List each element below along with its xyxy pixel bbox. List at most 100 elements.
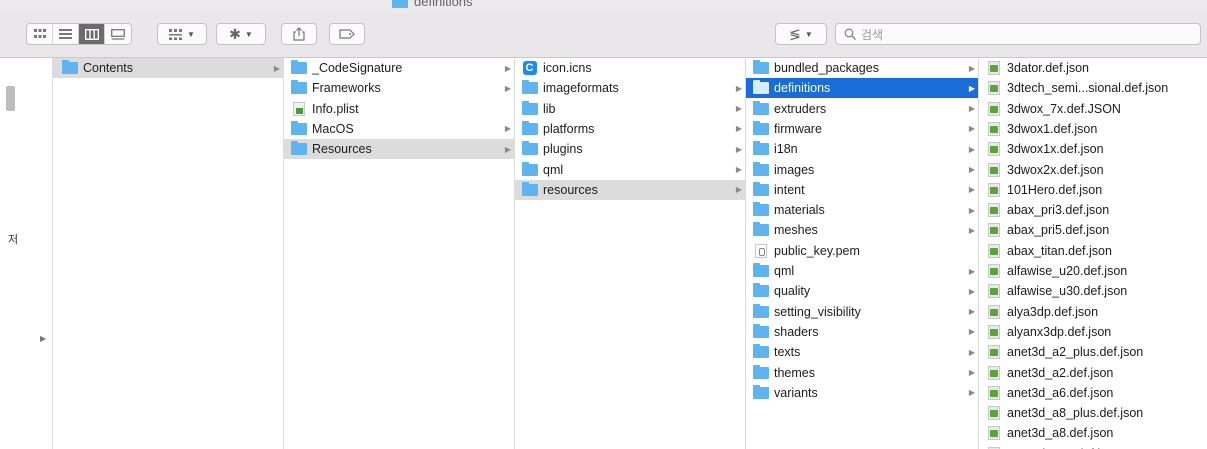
share-button[interactable]	[281, 23, 317, 45]
folder-icon-shape	[521, 161, 538, 176]
icon-view-button[interactable]	[27, 24, 53, 44]
column-browser: 저 ▶ Contents ▶ _CodeSignature ▶ Frameworks ▶…	[0, 58, 1207, 449]
disclosure-arrow-icon: ▶	[735, 104, 743, 114]
folder-icon	[752, 323, 769, 339]
file-row[interactable]: 3dator.def.json	[979, 58, 1207, 78]
file-row[interactable]: 3dtech_semi...sional.def.json	[979, 78, 1207, 98]
folder-row[interactable]: resources ▶	[515, 179, 745, 200]
json-file-icon-shape	[987, 142, 1000, 157]
folder-row[interactable]: variants ▶	[746, 383, 978, 403]
json-file-icon-shape	[987, 61, 1000, 75]
sidebar-column: 저 ▶	[0, 58, 53, 449]
file-row[interactable]: 3dwox2x.def.json	[979, 160, 1207, 180]
folder-row[interactable]: MacOS ▶	[284, 119, 514, 139]
item-label: anet3d_a8_plus.def.json	[1007, 406, 1144, 421]
file-row[interactable]: alfawise_u20.def.json	[979, 261, 1207, 281]
file-row[interactable]: anet3d_a2_plus.def.json	[979, 342, 1207, 362]
folder-row[interactable]: platforms ▶	[515, 119, 745, 139]
disclosure-arrow-icon: ▶	[968, 205, 976, 215]
folder-icon-shape	[521, 100, 538, 115]
folder-row[interactable]: Resources ▶	[284, 139, 514, 160]
file-row[interactable]: abax_pri3.def.json	[979, 200, 1207, 220]
sidebar-scrollbar[interactable]	[6, 86, 15, 111]
view-mode-segmented-control	[26, 23, 132, 45]
disclosure-arrow-icon: ▶	[968, 185, 976, 195]
pem-file-icon-shape	[754, 243, 767, 258]
folder-row[interactable]: qml ▶	[746, 261, 978, 281]
item-label: anet3d_a8.def.json	[1007, 426, 1114, 441]
group-by-button[interactable]: ▼	[157, 23, 207, 45]
disclosure-arrow-icon: ▶	[968, 327, 976, 337]
folder-row[interactable]: definitions ▶	[746, 78, 978, 99]
file-row[interactable]: alfawise_u30.def.json	[979, 281, 1207, 301]
folder-row[interactable]: texts ▶	[746, 342, 978, 362]
disclosure-arrow-icon: ▶	[735, 165, 743, 174]
folder-row[interactable]: intent ▶	[746, 180, 978, 200]
folder-row[interactable]: Contents ▶	[53, 58, 283, 78]
path-menu-button[interactable]: ≶ ▼	[775, 23, 827, 45]
file-row[interactable]: alya3dp.def.json	[979, 302, 1207, 322]
file-row[interactable]: 101Hero.def.json	[979, 180, 1207, 200]
file-row[interactable]: abax_titan.def.json	[979, 241, 1207, 261]
json-file-icon	[985, 284, 1002, 299]
folder-row[interactable]: qml ▶	[515, 160, 745, 180]
folder-row[interactable]: themes ▶	[746, 363, 978, 383]
folder-row[interactable]: materials ▶	[746, 200, 978, 220]
folder-row[interactable]: _CodeSignature ▶	[284, 58, 514, 78]
file-row[interactable]: 3dwox_7x.def.JSON	[979, 99, 1207, 119]
file-row[interactable]: Cicon.icns	[515, 58, 745, 78]
folder-row[interactable]: quality ▶	[746, 281, 978, 301]
item-label: resources	[543, 182, 598, 197]
json-file-icon-shape	[987, 162, 1000, 177]
folder-icon	[752, 120, 769, 136]
file-row[interactable]: 3dwox1.def.json	[979, 119, 1207, 139]
file-row[interactable]: Info.plist	[284, 99, 514, 119]
file-row[interactable]: anet3d_a6.def.json	[979, 383, 1207, 403]
folder-icon-shape	[752, 100, 769, 115]
list-view-icon	[59, 29, 72, 39]
plist-file-icon-shape	[292, 101, 305, 116]
file-row[interactable]: anet3d_a8_plus.def.json	[979, 403, 1207, 423]
folder-row[interactable]: imageformats ▶	[515, 78, 745, 98]
file-row[interactable]: anet3d_a8.def.json	[979, 423, 1207, 443]
item-label: icon.icns	[543, 61, 592, 75]
folder-icon-shape	[752, 364, 769, 379]
tags-button[interactable]	[329, 23, 365, 45]
file-row[interactable]: anet3d_a10.def.json	[979, 444, 1207, 449]
item-label: 3dwox2x.def.json	[1007, 162, 1104, 177]
share-icon	[293, 27, 305, 41]
file-row[interactable]: public_key.pem	[746, 241, 978, 261]
sidebar-label: 저	[8, 234, 19, 246]
file-row[interactable]: abax_pri5.def.json	[979, 220, 1207, 240]
item-label: lib	[543, 101, 556, 116]
gallery-view-button[interactable]	[105, 24, 131, 44]
folder-row[interactable]: extruders ▶	[746, 99, 978, 119]
folder-row[interactable]: setting_visibility ▶	[746, 302, 978, 322]
folder-row[interactable]: bundled_packages ▶	[746, 58, 978, 78]
icns-file-icon-shape: C	[522, 61, 537, 75]
folder-row[interactable]: firmware ▶	[746, 119, 978, 139]
json-file-icon	[985, 365, 1002, 380]
file-row[interactable]: 3dwox1x.def.json	[979, 139, 1207, 159]
folder-row[interactable]: Frameworks ▶	[284, 78, 514, 98]
disclosure-arrow-icon: ▶	[504, 124, 512, 134]
disclosure-arrow-icon: ▶	[968, 124, 976, 134]
folder-row[interactable]: shaders ▶	[746, 322, 978, 342]
folder-row[interactable]: i18n ▶	[746, 139, 978, 159]
json-file-icon	[985, 264, 1002, 278]
column-definitions: 3dator.def.json 3dtech_semi...sional.def.…	[979, 58, 1207, 449]
folder-row[interactable]: lib ▶	[515, 99, 745, 119]
folder-row[interactable]: plugins ▶	[515, 139, 745, 159]
file-row[interactable]: anet3d_a2.def.json	[979, 363, 1207, 383]
folder-icon	[752, 384, 769, 400]
folder-row[interactable]: images ▶	[746, 160, 978, 180]
action-menu-button[interactable]: ✱ ▼	[216, 23, 266, 45]
folder-icon	[752, 364, 769, 380]
file-row[interactable]: alyanx3dp.def.json	[979, 322, 1207, 342]
group-icon	[169, 28, 183, 40]
search-field[interactable]: 검색	[835, 23, 1201, 45]
list-view-button[interactable]	[53, 24, 79, 44]
folder-row[interactable]: meshes ▶	[746, 220, 978, 240]
column-view-button[interactable]	[79, 24, 105, 44]
disclosure-arrow-icon[interactable]: ▶	[40, 334, 46, 343]
